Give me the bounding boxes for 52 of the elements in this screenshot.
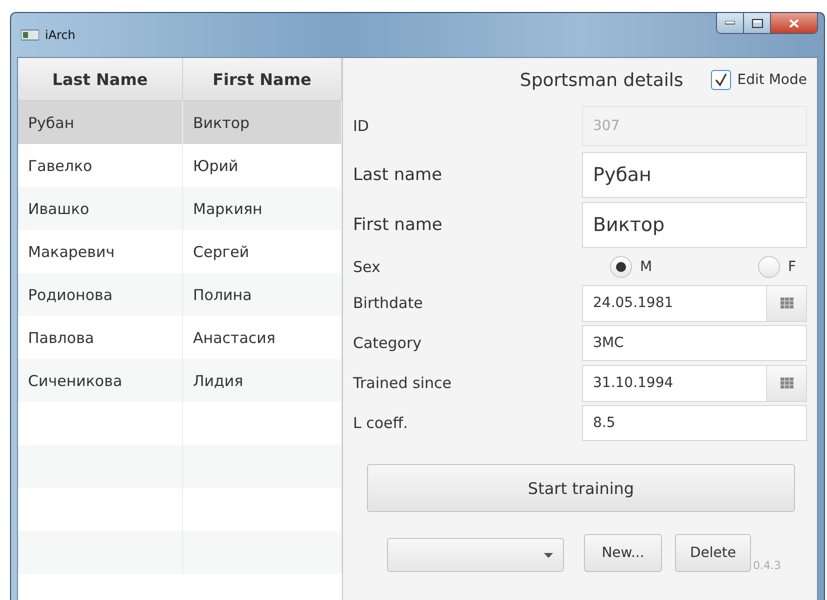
table-cell: Ивашко [18, 187, 183, 230]
field-label: Birthdate [353, 294, 424, 312]
table-cell: Родионова [18, 273, 183, 316]
field-label: Sex [353, 258, 382, 276]
text-field[interactable]: 8.5 [582, 405, 807, 441]
calendar-icon [780, 377, 794, 389]
radio-button[interactable]: M [610, 256, 758, 278]
minimize-button[interactable] [717, 13, 744, 33]
radio-circle[interactable] [758, 256, 780, 278]
text-field[interactable]: Виктор [582, 202, 807, 248]
field-label: Trained since [353, 374, 452, 392]
checkbox-box[interactable] [711, 70, 732, 90]
app-icon [21, 29, 39, 41]
date-field[interactable]: 24.05.1981 [582, 284, 807, 322]
new-button[interactable]: New... [584, 534, 662, 572]
radio-button[interactable]: F [758, 256, 796, 278]
text-field[interactable]: Рубан [582, 152, 807, 198]
selected-row[interactable]: Рубан Виктор [18, 101, 342, 144]
table-row[interactable]: Сиченикова Лидия [18, 359, 342, 402]
table-row[interactable]: Родионова Полина [18, 273, 342, 316]
calendar-icon [780, 297, 794, 309]
delete-button[interactable]: Delete [675, 534, 751, 572]
field-label: First name [353, 215, 444, 235]
minimize-icon [725, 21, 735, 25]
close-button[interactable] [771, 13, 817, 33]
column-header[interactable]: Last Name [18, 58, 183, 100]
calendar-button[interactable] [766, 286, 806, 320]
field-label: L coeff. [353, 414, 409, 432]
date-field[interactable]: 31.10.1994 [582, 364, 807, 402]
table-row[interactable]: Ивашко Маркиян [18, 187, 342, 230]
caret-icon [544, 552, 553, 558]
table-cell: Рубан [18, 101, 183, 144]
field-label: Category [353, 334, 423, 352]
panel-title: Sportsman details [520, 70, 684, 90]
edit-mode-checkbox[interactable]: Edit Mode [711, 70, 807, 90]
calendar-button[interactable] [766, 366, 806, 400]
text-field[interactable]: ЗМС [582, 325, 807, 361]
window-title: iArch [45, 28, 76, 42]
field-label: ID [353, 117, 370, 135]
radio-circle[interactable] [610, 256, 632, 278]
table-cell: Сиченикова [18, 359, 183, 402]
table-cell: Лидия [183, 359, 342, 402]
start-training-button[interactable]: Start training [367, 464, 795, 512]
version-label: 0.4.3 [753, 559, 781, 572]
maximize-icon [752, 18, 762, 28]
close-icon [789, 18, 799, 28]
table-cell: Полина [183, 273, 342, 316]
field-label: Last name [353, 165, 444, 185]
table-cell: Виктор [183, 101, 342, 144]
column-header[interactable]: First Name [183, 58, 342, 100]
maximize-button[interactable] [744, 13, 771, 33]
table-cell: Маркиян [183, 187, 342, 230]
